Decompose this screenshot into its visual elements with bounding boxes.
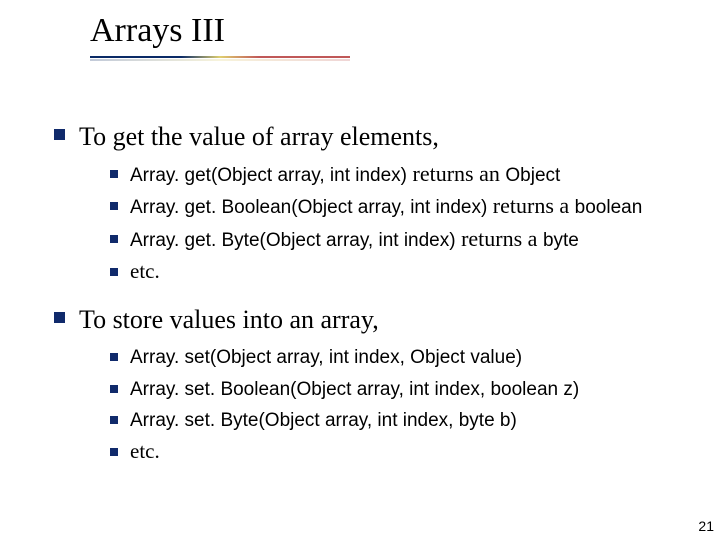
section1-heading: To get the value of array elements,: [79, 120, 439, 154]
item-text: Array. set. Boolean(Object array, int in…: [130, 375, 579, 403]
square-bullet-icon: [110, 416, 118, 424]
code-span: Array. set(Object array, int index, Obje…: [130, 347, 522, 368]
list-item: Array. get(Object array, int index) retu…: [110, 160, 674, 189]
item-text: etc.: [130, 438, 160, 465]
mid-text: returns a: [487, 193, 574, 218]
list-item: Array. get. Byte(Object array, int index…: [110, 225, 674, 254]
list-item: etc.: [110, 258, 674, 285]
mid-text: returns a: [456, 226, 543, 251]
code-span: Array. get. Boolean(Object array, int in…: [130, 197, 487, 218]
list-item: Array. set. Boolean(Object array, int in…: [110, 375, 674, 403]
square-bullet-icon: [110, 353, 118, 361]
code-span: Array. set. Byte(Object array, int index…: [130, 410, 517, 431]
section2-heading: To store values into an array,: [79, 303, 379, 337]
slide-title: Arrays III: [90, 12, 225, 50]
square-bullet-icon: [54, 312, 65, 323]
square-bullet-icon: [110, 268, 118, 276]
page-number: 21: [698, 518, 714, 534]
list-item: Array. set. Byte(Object array, int index…: [110, 406, 674, 434]
code-span: Array. set. Boolean(Object array, int in…: [130, 379, 579, 400]
square-bullet-icon: [110, 170, 118, 178]
item-text: Array. get(Object array, int index) retu…: [130, 160, 560, 189]
item-text: etc.: [130, 258, 160, 285]
section2-subitems: Array. set(Object array, int index, Obje…: [110, 343, 674, 465]
square-bullet-icon: [110, 448, 118, 456]
content: To get the value of array elements, Arra…: [54, 120, 674, 483]
square-bullet-icon: [110, 385, 118, 393]
bullet-lvl1: To store values into an array,: [54, 303, 674, 337]
tail-code: Object: [505, 165, 560, 186]
list-item: etc.: [110, 438, 674, 465]
code-span: Array. get. Byte(Object array, int index…: [130, 230, 456, 251]
square-bullet-icon: [54, 129, 65, 140]
square-bullet-icon: [110, 202, 118, 210]
tail-code: boolean: [575, 197, 643, 218]
square-bullet-icon: [110, 235, 118, 243]
item-text: Array. get. Byte(Object array, int index…: [130, 225, 579, 254]
section1-subitems: Array. get(Object array, int index) retu…: [110, 160, 674, 285]
slide: Arrays III To get the value of array ele…: [0, 0, 720, 540]
tail-code: byte: [543, 230, 579, 251]
bullet-lvl1: To get the value of array elements,: [54, 120, 674, 154]
list-item: Array. get. Boolean(Object array, int in…: [110, 192, 674, 221]
mid-text: returns an: [407, 161, 505, 186]
list-item: Array. set(Object array, int index, Obje…: [110, 343, 674, 371]
item-text: Array. set. Byte(Object array, int index…: [130, 406, 517, 434]
title-underline: [90, 56, 350, 60]
item-text: Array. set(Object array, int index, Obje…: [130, 343, 522, 371]
item-text: Array. get. Boolean(Object array, int in…: [130, 192, 642, 221]
code-span: Array. get(Object array, int index): [130, 165, 407, 186]
title-wrap: Arrays III: [90, 12, 225, 50]
